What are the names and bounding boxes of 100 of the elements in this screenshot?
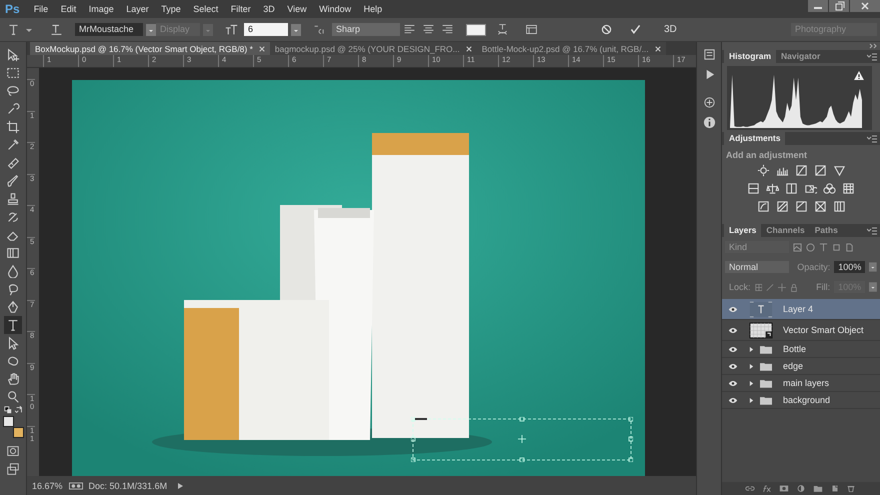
menu-item[interactable]: Select xyxy=(193,4,218,14)
document-tab[interactable]: BoxMockup.psd @ 16.7% (Vector Smart Object, RGB/8) * xyxy=(30,42,270,55)
shape-filter-icon[interactable] xyxy=(832,242,841,252)
menu-item[interactable]: Type xyxy=(161,4,181,14)
gradient-map-icon[interactable] xyxy=(832,200,846,213)
adjustment-layer-icon[interactable] xyxy=(796,485,806,492)
layer-row[interactable]: Layer 4 xyxy=(722,299,880,320)
menu-item[interactable]: File xyxy=(34,4,48,14)
caret-right-icon[interactable] xyxy=(749,364,754,368)
panel-tab[interactable]: Paths xyxy=(810,224,843,237)
panel-menu-icon[interactable] xyxy=(867,226,877,234)
brush-preset-icon[interactable] xyxy=(702,96,716,109)
caret-button-icon[interactable] xyxy=(146,24,156,36)
exposure-icon[interactable] xyxy=(814,164,826,177)
minimize-icon[interactable] xyxy=(808,0,828,12)
threshold-icon[interactable] xyxy=(794,200,808,213)
posterize-icon[interactable] xyxy=(776,200,788,213)
grid-icon[interactable] xyxy=(842,182,855,195)
layer-row[interactable]: Vector Smart Object xyxy=(722,320,880,341)
link-icon[interactable] xyxy=(745,485,756,492)
sun-icon[interactable] xyxy=(756,164,770,177)
panel-tab[interactable]: Layers xyxy=(724,224,762,237)
type-tool-icon[interactable] xyxy=(7,23,20,36)
layer-row[interactable]: edge xyxy=(722,358,880,375)
close-icon[interactable] xyxy=(850,0,880,12)
smart-filter-icon[interactable] xyxy=(845,242,854,252)
layer-row[interactable]: main layers xyxy=(722,375,880,392)
panel-tab[interactable]: Channels xyxy=(761,224,810,237)
circle-filter-icon[interactable] xyxy=(806,242,815,252)
trash-icon[interactable] xyxy=(846,485,856,492)
menu-item[interactable]: Edit xyxy=(60,4,76,14)
curves-icon[interactable] xyxy=(794,164,808,177)
caret-icon[interactable] xyxy=(26,26,32,32)
document-tab[interactable]: bagmockup.psd @ 25% (YOUR DESIGN_FRO... xyxy=(270,42,477,55)
layer-row[interactable]: Bottle xyxy=(722,341,880,358)
antialiasing-select[interactable]: Sharp xyxy=(332,23,400,36)
eye-icon[interactable] xyxy=(728,362,738,370)
folder-icon[interactable] xyxy=(812,485,823,492)
eye-icon[interactable] xyxy=(728,396,738,404)
eye-icon[interactable] xyxy=(728,306,738,312)
swap-colors-icon[interactable] xyxy=(14,406,22,414)
image-filter-icon[interactable] xyxy=(793,242,802,252)
mask-icon[interactable] xyxy=(779,485,790,492)
default-colors-icon[interactable] xyxy=(4,406,12,414)
menu-item[interactable]: Layer xyxy=(126,4,149,14)
menu-item[interactable]: Filter xyxy=(230,4,251,14)
menu-item[interactable]: Window xyxy=(319,4,352,14)
close-icon[interactable] xyxy=(258,46,265,52)
panel-tab[interactable]: Histogram xyxy=(724,50,776,63)
text-bounding-box[interactable] xyxy=(411,417,633,462)
menu-item[interactable]: Help xyxy=(364,4,382,14)
invert-icon[interactable] xyxy=(756,200,770,213)
text-color-swatch[interactable] xyxy=(466,24,486,36)
background-color-swatch[interactable] xyxy=(13,427,24,438)
commit-check-icon[interactable] xyxy=(629,23,642,36)
foreground-color-swatch[interactable] xyxy=(3,416,14,427)
align-center-icon[interactable] xyxy=(422,23,435,36)
document-tab[interactable]: Bottle-Mock-up2.psd @ 16.7% (unit, RGB/... xyxy=(476,42,666,55)
triangle-icon[interactable] xyxy=(832,164,846,177)
align-left-icon[interactable] xyxy=(403,23,416,36)
restore-icon[interactable] xyxy=(829,0,849,12)
caret-right-icon[interactable] xyxy=(749,380,754,386)
cancel-icon[interactable] xyxy=(600,23,613,36)
menu-item[interactable]: 3D xyxy=(263,4,275,14)
opacity-field[interactable]: 100% xyxy=(834,261,866,273)
eye-icon[interactable] xyxy=(728,326,738,334)
menu-item[interactable]: View xyxy=(287,4,307,14)
menu-item[interactable]: Image xyxy=(88,4,114,14)
3d-button[interactable]: 3D xyxy=(664,24,677,35)
warp-text-icon[interactable] xyxy=(496,23,509,36)
font-size-field[interactable]: 6 xyxy=(244,23,288,36)
circles-icon[interactable] xyxy=(823,182,836,195)
blend-mode-select[interactable]: Normal xyxy=(725,261,790,273)
proof-icon[interactable] xyxy=(68,482,83,490)
eye-icon[interactable] xyxy=(728,346,738,352)
layer-row[interactable]: background xyxy=(722,392,880,409)
type-tool-icon[interactable] xyxy=(4,316,22,334)
caret-right-icon[interactable] xyxy=(749,346,754,352)
crop-tool-icon[interactable] xyxy=(4,118,22,136)
panel-menu-icon[interactable] xyxy=(867,134,877,142)
type-filter-icon[interactable] xyxy=(819,242,828,252)
panel-title[interactable]: Adjustments xyxy=(724,132,786,145)
align-right-icon[interactable] xyxy=(441,23,454,36)
panel-menu-icon[interactable] xyxy=(867,52,877,60)
panel-tab[interactable]: Navigator xyxy=(776,50,826,63)
caret-button-icon[interactable] xyxy=(869,281,877,293)
font-family-field[interactable]: MrMoustache xyxy=(75,23,143,36)
scales-icon[interactable] xyxy=(766,182,779,195)
caret-button-icon[interactable] xyxy=(869,261,877,273)
warning-icon[interactable] xyxy=(854,71,864,80)
text-orientation-icon[interactable] xyxy=(50,23,63,36)
collapse-icon[interactable] xyxy=(869,43,877,49)
eye-icon[interactable] xyxy=(728,380,738,386)
info-icon[interactable] xyxy=(702,116,716,129)
history-icon[interactable] xyxy=(702,48,716,61)
close-icon[interactable] xyxy=(654,46,661,52)
close-icon[interactable] xyxy=(466,46,472,52)
caret-button-icon[interactable] xyxy=(291,24,301,36)
selective-color-icon[interactable] xyxy=(814,200,826,213)
panel-toggle-icon[interactable] xyxy=(525,23,538,36)
